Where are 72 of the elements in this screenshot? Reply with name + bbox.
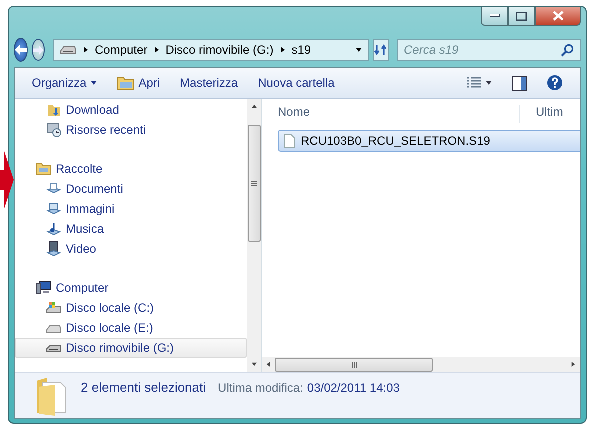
maximize-button[interactable] bbox=[508, 7, 535, 26]
file-row[interactable]: RCU103B0_RCU_SELETRON.S19 bbox=[278, 130, 580, 152]
details-view-icon bbox=[466, 76, 482, 90]
sidebar-item[interactable]: Raccolte bbox=[15, 159, 247, 179]
sidebar-item[interactable]: Disco locale (E:) bbox=[15, 318, 247, 338]
computer-icon bbox=[36, 280, 52, 296]
drive-icon bbox=[60, 45, 77, 55]
toolbar-button[interactable]: Organizza bbox=[25, 73, 104, 93]
system-drive-icon bbox=[46, 300, 62, 316]
toolbar-button[interactable]: Masterizza bbox=[173, 73, 246, 93]
scroll-up-icon bbox=[252, 104, 256, 109]
file-icon bbox=[284, 134, 295, 148]
recent-places-icon bbox=[46, 122, 62, 138]
library-folder-icon bbox=[36, 161, 52, 177]
chevron-right-icon bbox=[154, 47, 160, 53]
modified-label: Ultima modifica: bbox=[218, 380, 304, 395]
forward-arrow-icon bbox=[33, 46, 44, 54]
folder-icon bbox=[116, 76, 135, 90]
scroll-right-icon bbox=[571, 362, 576, 367]
scrollbar-thumb[interactable] bbox=[275, 358, 433, 372]
selection-count: 2 elementi selezionati bbox=[81, 379, 206, 395]
pointer-arrow bbox=[0, 150, 14, 210]
video-icon bbox=[46, 241, 62, 257]
scroll-down-icon bbox=[252, 362, 256, 367]
sidebar-item[interactable]: Download bbox=[15, 100, 247, 120]
grip-icon bbox=[251, 181, 257, 186]
close-icon bbox=[552, 11, 564, 21]
sidebar-item[interactable]: Computer bbox=[15, 278, 247, 298]
back-button[interactable] bbox=[14, 38, 28, 62]
sidebar-item[interactable]: Video bbox=[15, 239, 247, 259]
chevron-right-icon bbox=[83, 47, 89, 53]
breadcrumb[interactable]: Disco rimovibile (G:) bbox=[166, 43, 274, 57]
maximize-icon bbox=[516, 12, 527, 20]
pictures-icon bbox=[46, 201, 62, 217]
minimize-icon bbox=[490, 14, 500, 18]
breadcrumb[interactable]: Computer bbox=[95, 43, 148, 57]
forward-button[interactable] bbox=[32, 39, 45, 61]
caret-icon bbox=[486, 80, 492, 86]
preview-pane-icon bbox=[512, 76, 527, 90]
toolbar-button[interactable]: Apri bbox=[110, 72, 168, 94]
refresh-button[interactable] bbox=[373, 39, 389, 61]
search-icon bbox=[561, 44, 574, 56]
music-icon bbox=[46, 221, 62, 237]
search-input[interactable]: Cerca s19 bbox=[404, 40, 561, 60]
scrollbar-thumb[interactable] bbox=[248, 125, 260, 242]
sidebar-item[interactable]: Disco locale (C:) bbox=[15, 298, 247, 318]
back-arrow-icon bbox=[15, 45, 27, 55]
grip-icon bbox=[352, 362, 356, 368]
address-bar[interactable]: Computer Disco rimovibile (G:) s19 bbox=[53, 39, 369, 61]
vertical-scrollbar[interactable] bbox=[247, 99, 261, 372]
refresh-arrows-icon bbox=[374, 44, 388, 56]
close-button[interactable] bbox=[535, 7, 581, 26]
sidebar-item[interactable]: Disco rimovibile (G:) bbox=[15, 338, 247, 358]
breadcrumb[interactable]: s19 bbox=[292, 43, 312, 57]
sidebar-item[interactable]: Documenti bbox=[15, 179, 247, 199]
scroll-left-icon bbox=[266, 362, 271, 367]
column-header[interactable]: Nome bbox=[262, 105, 519, 123]
folder-icon bbox=[35, 377, 69, 417]
minimize-button[interactable] bbox=[481, 7, 508, 26]
search-field[interactable]: Cerca s19 bbox=[397, 39, 581, 61]
sidebar-item[interactable]: Musica bbox=[15, 219, 247, 239]
caret-icon bbox=[356, 47, 362, 53]
horizontal-scrollbar[interactable] bbox=[262, 357, 580, 372]
modified-date: 03/02/2011 14:03 bbox=[307, 380, 400, 395]
help-icon bbox=[547, 75, 563, 91]
toolbar-button[interactable]: Nuova cartella bbox=[251, 73, 342, 93]
column-header[interactable]: Ultim bbox=[519, 105, 580, 123]
sidebar-item[interactable]: Risorse recenti bbox=[15, 120, 247, 140]
folder-download-icon bbox=[46, 102, 62, 118]
caret-icon bbox=[90, 80, 97, 86]
chevron-right-icon bbox=[280, 47, 286, 53]
sidebar-item[interactable]: Immagini bbox=[15, 199, 247, 219]
